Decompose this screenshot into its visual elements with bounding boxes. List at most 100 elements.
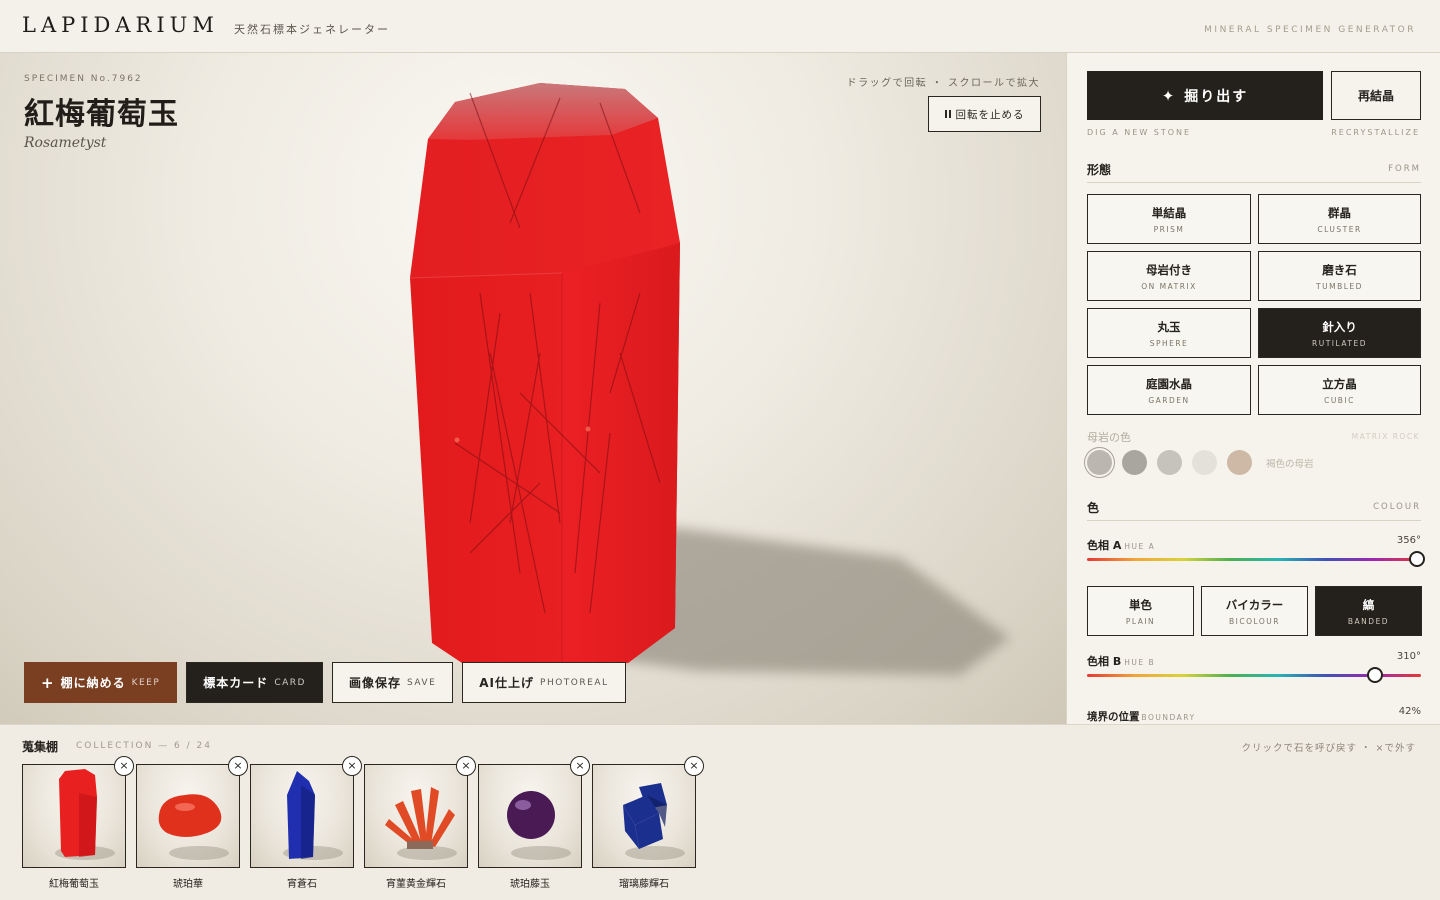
specimen-thumbnail[interactable] xyxy=(592,764,696,868)
specimen-viewport[interactable]: SPECIMEN No.7962 紅梅葡萄玉 Rosametyst ドラッグで回… xyxy=(0,53,1066,724)
card-button[interactable]: 標本カード CARD xyxy=(186,662,323,703)
plus-icon: + xyxy=(41,673,55,692)
save-image-button[interactable]: 画像保存 SAVE xyxy=(331,662,454,703)
colour-title-en: COLOUR xyxy=(1373,502,1421,512)
sparkle-icon: ✦ xyxy=(1161,86,1177,105)
specimen-name: 紅梅葡萄玉 xyxy=(24,97,179,132)
specimen-thumbnail[interactable] xyxy=(136,764,240,868)
collection-item[interactable]: 紅梅葡萄玉 × xyxy=(22,756,134,890)
hue-a-track[interactable] xyxy=(1087,558,1421,561)
recrystallize-button[interactable]: 再結晶 xyxy=(1331,71,1421,120)
form-option-tumbled[interactable]: 磨き石 TUMBLED xyxy=(1258,251,1421,301)
form-option-label-en: TUMBLED xyxy=(1316,281,1363,291)
colour-mode-label: バイカラー xyxy=(1225,597,1284,612)
remove-item-button[interactable]: × xyxy=(342,756,362,776)
colour-mode-label: 縞 xyxy=(1362,597,1375,612)
collection-items: 紅梅葡萄玉 × 琥珀華 × 宵蒼石 × 宵菫黄金輝石 × 琥珀藤玉 × 瑠璃藤輝石 × xyxy=(22,756,704,890)
hue-a-slider[interactable]: 色相 A HUE A 356° xyxy=(1087,534,1426,567)
form-option-prism[interactable]: 単結晶 PRISM xyxy=(1087,194,1251,244)
matrix-swatch[interactable] xyxy=(1087,450,1112,475)
form-option-label-en: SPHERE xyxy=(1149,338,1189,348)
photoreal-label-en: PHOTOREAL xyxy=(540,677,609,688)
recrystallize-caption: RECRYSTALLIZE xyxy=(1331,128,1420,137)
form-title-en: FORM xyxy=(1388,164,1421,174)
form-option-on-matrix[interactable]: 母岩付き ON MATRIX xyxy=(1087,251,1251,301)
photoreal-button[interactable]: AI仕上げ PHOTOREAL xyxy=(462,662,626,703)
hue-a-value: 356° xyxy=(1396,535,1421,546)
collection-item[interactable]: 琥珀華 × xyxy=(136,756,248,890)
colour-mode-label-en: BANDED xyxy=(1347,616,1390,626)
remove-item-button[interactable]: × xyxy=(456,756,476,776)
crystal-render[interactable] xyxy=(0,53,1066,724)
form-option-label: 立方晶 xyxy=(1322,376,1357,391)
collection-item[interactable]: 琥珀藤玉 × xyxy=(478,756,590,890)
form-option-label: 丸玉 xyxy=(1157,319,1181,334)
stop-rotation-button[interactable]: 回転を止める xyxy=(928,96,1041,132)
remove-item-button[interactable]: × xyxy=(570,756,590,776)
photoreal-label: AI仕上げ xyxy=(479,676,535,690)
colour-mode-bicolour[interactable]: バイカラー BICOLOUR xyxy=(1201,586,1308,636)
matrix-swatch[interactable] xyxy=(1227,450,1252,475)
card-label-en: CARD xyxy=(274,677,306,688)
matrix-swatch[interactable] xyxy=(1192,450,1217,475)
matrix-swatch[interactable] xyxy=(1122,450,1147,475)
colour-title: 色 xyxy=(1087,501,1100,515)
matrix-label: 母岩の色 xyxy=(1087,431,1131,444)
remove-item-button[interactable]: × xyxy=(114,756,134,776)
specimen-latin-name: Rosametyst xyxy=(24,135,107,151)
specimen-thumbnail[interactable] xyxy=(478,764,582,868)
colour-mode-label: 単色 xyxy=(1129,597,1152,612)
brand-logo: LAPIDARIUM xyxy=(22,13,219,37)
pause-icon xyxy=(944,110,951,118)
form-option-cluster[interactable]: 群晶 CLUSTER xyxy=(1258,194,1421,244)
form-option-rutilated[interactable]: 針入り RUTILATED xyxy=(1258,308,1421,358)
keep-button[interactable]: + 棚に納める KEEP xyxy=(24,662,178,703)
colour-mode-plain[interactable]: 単色 PLAIN xyxy=(1087,586,1194,636)
collection-item[interactable]: 宵菫黄金輝石 × xyxy=(364,756,476,890)
dig-button[interactable]: ✦ 掘り出す xyxy=(1087,71,1323,120)
colour-mode-banded[interactable]: 縞 BANDED xyxy=(1315,586,1422,636)
form-option-sphere[interactable]: 丸玉 SPHERE xyxy=(1087,308,1251,358)
colour-mode-label-en: BICOLOUR xyxy=(1228,616,1280,626)
header-tagline: MINERAL SPECIMEN GENERATOR xyxy=(1204,25,1416,35)
stop-rotation-label: 回転を止める xyxy=(955,108,1025,121)
form-option-label: 母岩付き xyxy=(1146,262,1192,277)
hue-a-thumb[interactable] xyxy=(1409,551,1426,567)
remove-item-button[interactable]: × xyxy=(684,756,704,776)
form-option-label-en: GARDEN xyxy=(1148,395,1190,405)
specimen-thumbnail[interactable] xyxy=(364,764,468,868)
boundary-slider[interactable]: 境界の位置 BOUNDARY 42% xyxy=(1087,705,1421,724)
form-section-header: 形態 FORM xyxy=(1087,159,1421,183)
form-option-label: 群晶 xyxy=(1328,205,1351,220)
save-label: 画像保存 xyxy=(348,676,401,690)
form-option-label-en: ON MATRIX xyxy=(1141,281,1197,291)
form-option-garden[interactable]: 庭園水晶 GARDEN xyxy=(1087,365,1251,415)
controls-panel: ✦ 掘り出す 再結晶 DIG A NEW STONE RECRYSTALLIZE… xyxy=(1066,53,1440,724)
matrix-note: 褐色の母岩 xyxy=(1266,458,1314,470)
collection-shelf: 蒐集棚 COLLECTION — 6 / 24 クリックで石を呼び戻す ・ ×で… xyxy=(0,724,1440,900)
specimen-actions: + 棚に納める KEEP 標本カード CARD 画像保存 SAVE AI仕上げ … xyxy=(24,662,626,703)
hue-b-slider[interactable]: 色相 B HUE B 310° xyxy=(1087,650,1421,683)
remove-item-button[interactable]: × xyxy=(228,756,248,776)
specimen-thumbnail[interactable] xyxy=(22,764,126,868)
collection-item-name: 瑠璃藤輝石 xyxy=(619,879,669,890)
collection-title: 蒐集棚 xyxy=(22,740,59,754)
colour-section-header: 色 COLOUR xyxy=(1087,497,1421,521)
colour-mode-options: 単色 PLAIN バイカラー BICOLOUR 縞 BANDED xyxy=(1087,586,1422,636)
form-option-label-en: PRISM xyxy=(1153,224,1185,234)
collection-item-name: 宵蒼石 xyxy=(287,879,317,890)
hue-b-thumb[interactable] xyxy=(1366,667,1383,683)
hue-a-label: 色相 A HUE A xyxy=(1087,539,1156,552)
dig-label: 掘り出す xyxy=(1184,88,1249,105)
save-label-en: SAVE xyxy=(406,677,437,688)
collection-item[interactable]: 宵蒼石 × xyxy=(250,756,362,890)
matrix-swatch[interactable] xyxy=(1157,450,1182,475)
specimen-thumbnail[interactable] xyxy=(250,764,354,868)
collection-item-name: 琥珀華 xyxy=(173,879,203,890)
collection-item[interactable]: 瑠璃藤輝石 × xyxy=(592,756,704,890)
boundary-label: 境界の位置 BOUNDARY xyxy=(1087,711,1196,723)
form-title: 形態 xyxy=(1087,163,1112,177)
form-option-cubic[interactable]: 立方晶 CUBIC xyxy=(1258,365,1421,415)
form-option-label: 庭園水晶 xyxy=(1146,376,1192,391)
viewport-hint: ドラッグで回転 ・ スクロールで拡大 xyxy=(846,78,1040,89)
